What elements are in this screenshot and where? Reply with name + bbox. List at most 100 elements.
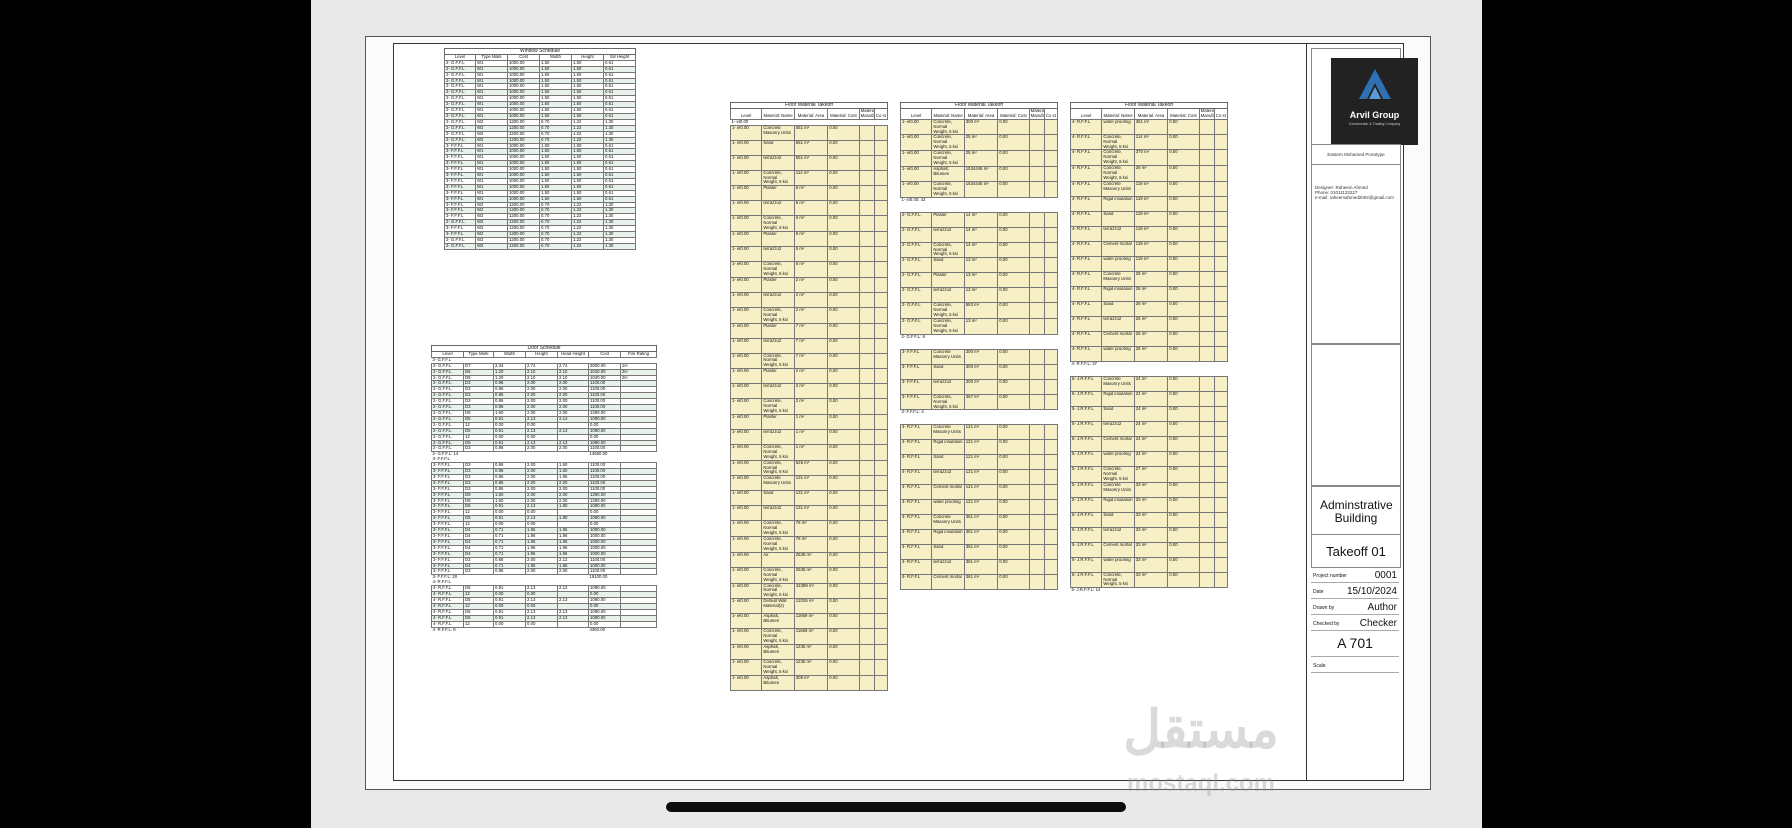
table-cell: 3- F.F.F.L	[899, 363, 933, 380]
table-cell: 300 m²	[963, 118, 999, 136]
table-cell	[873, 520, 889, 538]
table-cell: 0.00	[997, 529, 1030, 546]
table-cell: Concrete, Normal Weight, 5 ksi	[931, 241, 965, 259]
table-cell: Concrete Masonry Units	[931, 348, 965, 365]
table-cell: terrazzo2	[761, 428, 795, 445]
table-cell: 370 m²	[1133, 149, 1169, 167]
table-cell	[1213, 330, 1229, 347]
table-cell: 0.00	[1167, 511, 1200, 528]
table-cell	[858, 505, 875, 522]
table-cell: 0.00	[997, 318, 1030, 335]
table-cell: 0.00	[1167, 315, 1200, 332]
table-cell	[1198, 315, 1215, 332]
table-cell	[1198, 240, 1215, 257]
table-cell: 0.00	[1167, 390, 1200, 407]
table-cell	[1198, 541, 1215, 558]
table-cell: 0.00	[997, 302, 1030, 320]
takeoff-row: 5- J.R.F.F.L Sand 24 m² 0.00	[1069, 405, 1229, 422]
table-cell: Asphalt, Bitumen	[931, 165, 965, 182]
table-cell: 4- R.F.F.L	[1069, 195, 1103, 212]
takeoff-row: 4- R.F.F.L Cement mortar 26 m² 0.00	[1069, 330, 1229, 347]
table-cell	[873, 368, 889, 385]
takeoff-row: 4- R.F.F.L Cement mortar 361 m² 0.00	[899, 574, 1059, 591]
floor_takeoff_2-header: Level	[899, 107, 933, 120]
table-cell: 131 m²	[793, 490, 829, 507]
table-cell: 4- R.F.F.L	[899, 484, 933, 501]
sheet-subtitle: Eastern Mohamed Prototype	[1327, 152, 1385, 157]
takeoff-row: 1- el0.00 Asphalt, Bitumen 1235 m² 0.00	[729, 643, 889, 660]
takeoff-row: 4- R.F.F.L Sand 361 m² 0.00	[899, 544, 1059, 561]
table-cell	[1043, 499, 1059, 516]
takeoff-row: 1- el0.00 Concrete Masonry Units 551 m² 0.0…	[729, 124, 889, 141]
table-cell: 0.00	[1167, 180, 1200, 197]
table-cell: 5- J.R.F.F.L	[1069, 511, 1103, 528]
table-cell	[1043, 514, 1059, 531]
takeoff-row: 4- R.F.F.L Concrete, Normal Weight, 5 ksi…	[1069, 149, 1229, 167]
table-cell: Concrete, Normal Weight, 5 ksi	[931, 118, 965, 136]
table-cell: terrazzo2	[761, 505, 795, 522]
blank-panel	[1311, 344, 1401, 486]
takeoff-row: 1- el0.00 Sand 551 m² 0.00	[729, 139, 889, 156]
table-cell	[1028, 287, 1045, 304]
table-cell: 0.00	[827, 352, 860, 370]
watermark: مستقل	[1123, 701, 1279, 759]
takeoff-row: 3- F.F.F.L Concrete, Normal Weight, 5 ksi…	[899, 393, 1059, 411]
table-cell: 0.00	[827, 185, 860, 202]
table-cell: 0.00	[1167, 270, 1200, 287]
table-cell: 551 m²	[793, 139, 829, 156]
table-cell: Concrete, Normal Weight, 5 ksi	[761, 215, 795, 233]
table-cell: 1- el0.00	[729, 291, 763, 308]
table-cell	[964, 197, 997, 212]
table-cell	[1043, 439, 1059, 456]
takeoff-row: 1- el0.00 Concrete, Normal Weight, 5 ksi 7…	[729, 352, 889, 370]
floor_takeoff_1-header: Material: Area	[793, 107, 829, 120]
takeoff-row: 4- R.F.F.L Cement mortar 121 m² 0.00	[899, 484, 1059, 501]
table-cell: Concrete, Normal Weight, 5 ksi	[1101, 133, 1135, 151]
table-cell: 4- R.F.F.L	[899, 499, 933, 516]
table-cell: 4- R.F.F.L: 37	[1071, 361, 1098, 366]
table-cell	[873, 337, 889, 354]
takeoff-row: 1- el0.00 Asphalt, Bitumen 1534446 m² 0.00	[899, 165, 1059, 182]
table-cell: 5- J.R.F.F.L	[1069, 390, 1103, 407]
table-cell	[998, 410, 1029, 425]
table-cell	[858, 475, 875, 492]
table-cell: 1- el0.00	[729, 643, 763, 660]
table-cell: Concrete, Normal Weight, 5 ksi	[761, 582, 795, 600]
watermark-url: mostaql.com	[1126, 770, 1276, 797]
table-cell: terrazzo2	[761, 200, 795, 217]
table-cell	[1198, 375, 1215, 392]
takeoff-row: 3- F.F.F.L terrazzo2 300 m² 0.00	[899, 378, 1059, 395]
table-cell: Asphalt, Bitumen	[761, 674, 795, 691]
table-cell: 119 m²	[1133, 225, 1169, 242]
takeoff-row: 4- R.F.F.L Concrete Masonry Units 361 m² 0.…	[899, 514, 1059, 531]
table-cell: 1- el0.00	[729, 154, 763, 171]
takeoff-row: 1- el0.00 Concrete, Normal Weight, 5 ksi 2…	[729, 566, 889, 584]
table-cell	[1198, 405, 1215, 422]
takeoff-row: 4- R.F.F.L terrazzo2 361 m² 0.00	[899, 559, 1059, 576]
floor_takeoff_2-header: Material: Name	[931, 107, 965, 120]
table-cell: Plaster	[761, 413, 795, 430]
table-cell: 1- el0.00	[729, 215, 763, 233]
table-cell	[1028, 118, 1045, 136]
table-cell: terrazzo2	[761, 154, 795, 171]
table-cell: 33 m²	[1133, 526, 1169, 543]
table-cell	[1028, 318, 1045, 335]
table-cell	[1043, 348, 1059, 365]
table-cell	[873, 536, 889, 553]
table-cell: 13 m²	[963, 318, 999, 335]
sheet-frame: Window Schedule Level Type Mark Cost Width H…	[393, 43, 1418, 781]
table-cell: 2- G.F.F.L: 8	[901, 334, 925, 339]
table-cell: 2 m²	[793, 291, 829, 308]
table-cell: terrazzo2	[931, 378, 965, 395]
table-cell: 0.00	[827, 368, 860, 385]
horizontal-scrollbar[interactable]	[666, 802, 1126, 812]
table-cell: 25 m²	[963, 134, 999, 152]
table-cell	[932, 334, 964, 349]
takeoff-row: 1- el0.00 Concrete, Normal Weight, 5 ksi 7…	[729, 520, 889, 538]
table-cell: 1- el0.00	[729, 628, 763, 645]
takeoff-row: 1- el0.00 Plaster 1 m² 0.00	[729, 413, 889, 430]
table-cell: Cement mortar	[1101, 541, 1135, 558]
table-cell: 1 m²	[793, 413, 829, 430]
table-cell: 131 m²	[793, 475, 829, 492]
table-cell: 0.00	[997, 484, 1030, 501]
